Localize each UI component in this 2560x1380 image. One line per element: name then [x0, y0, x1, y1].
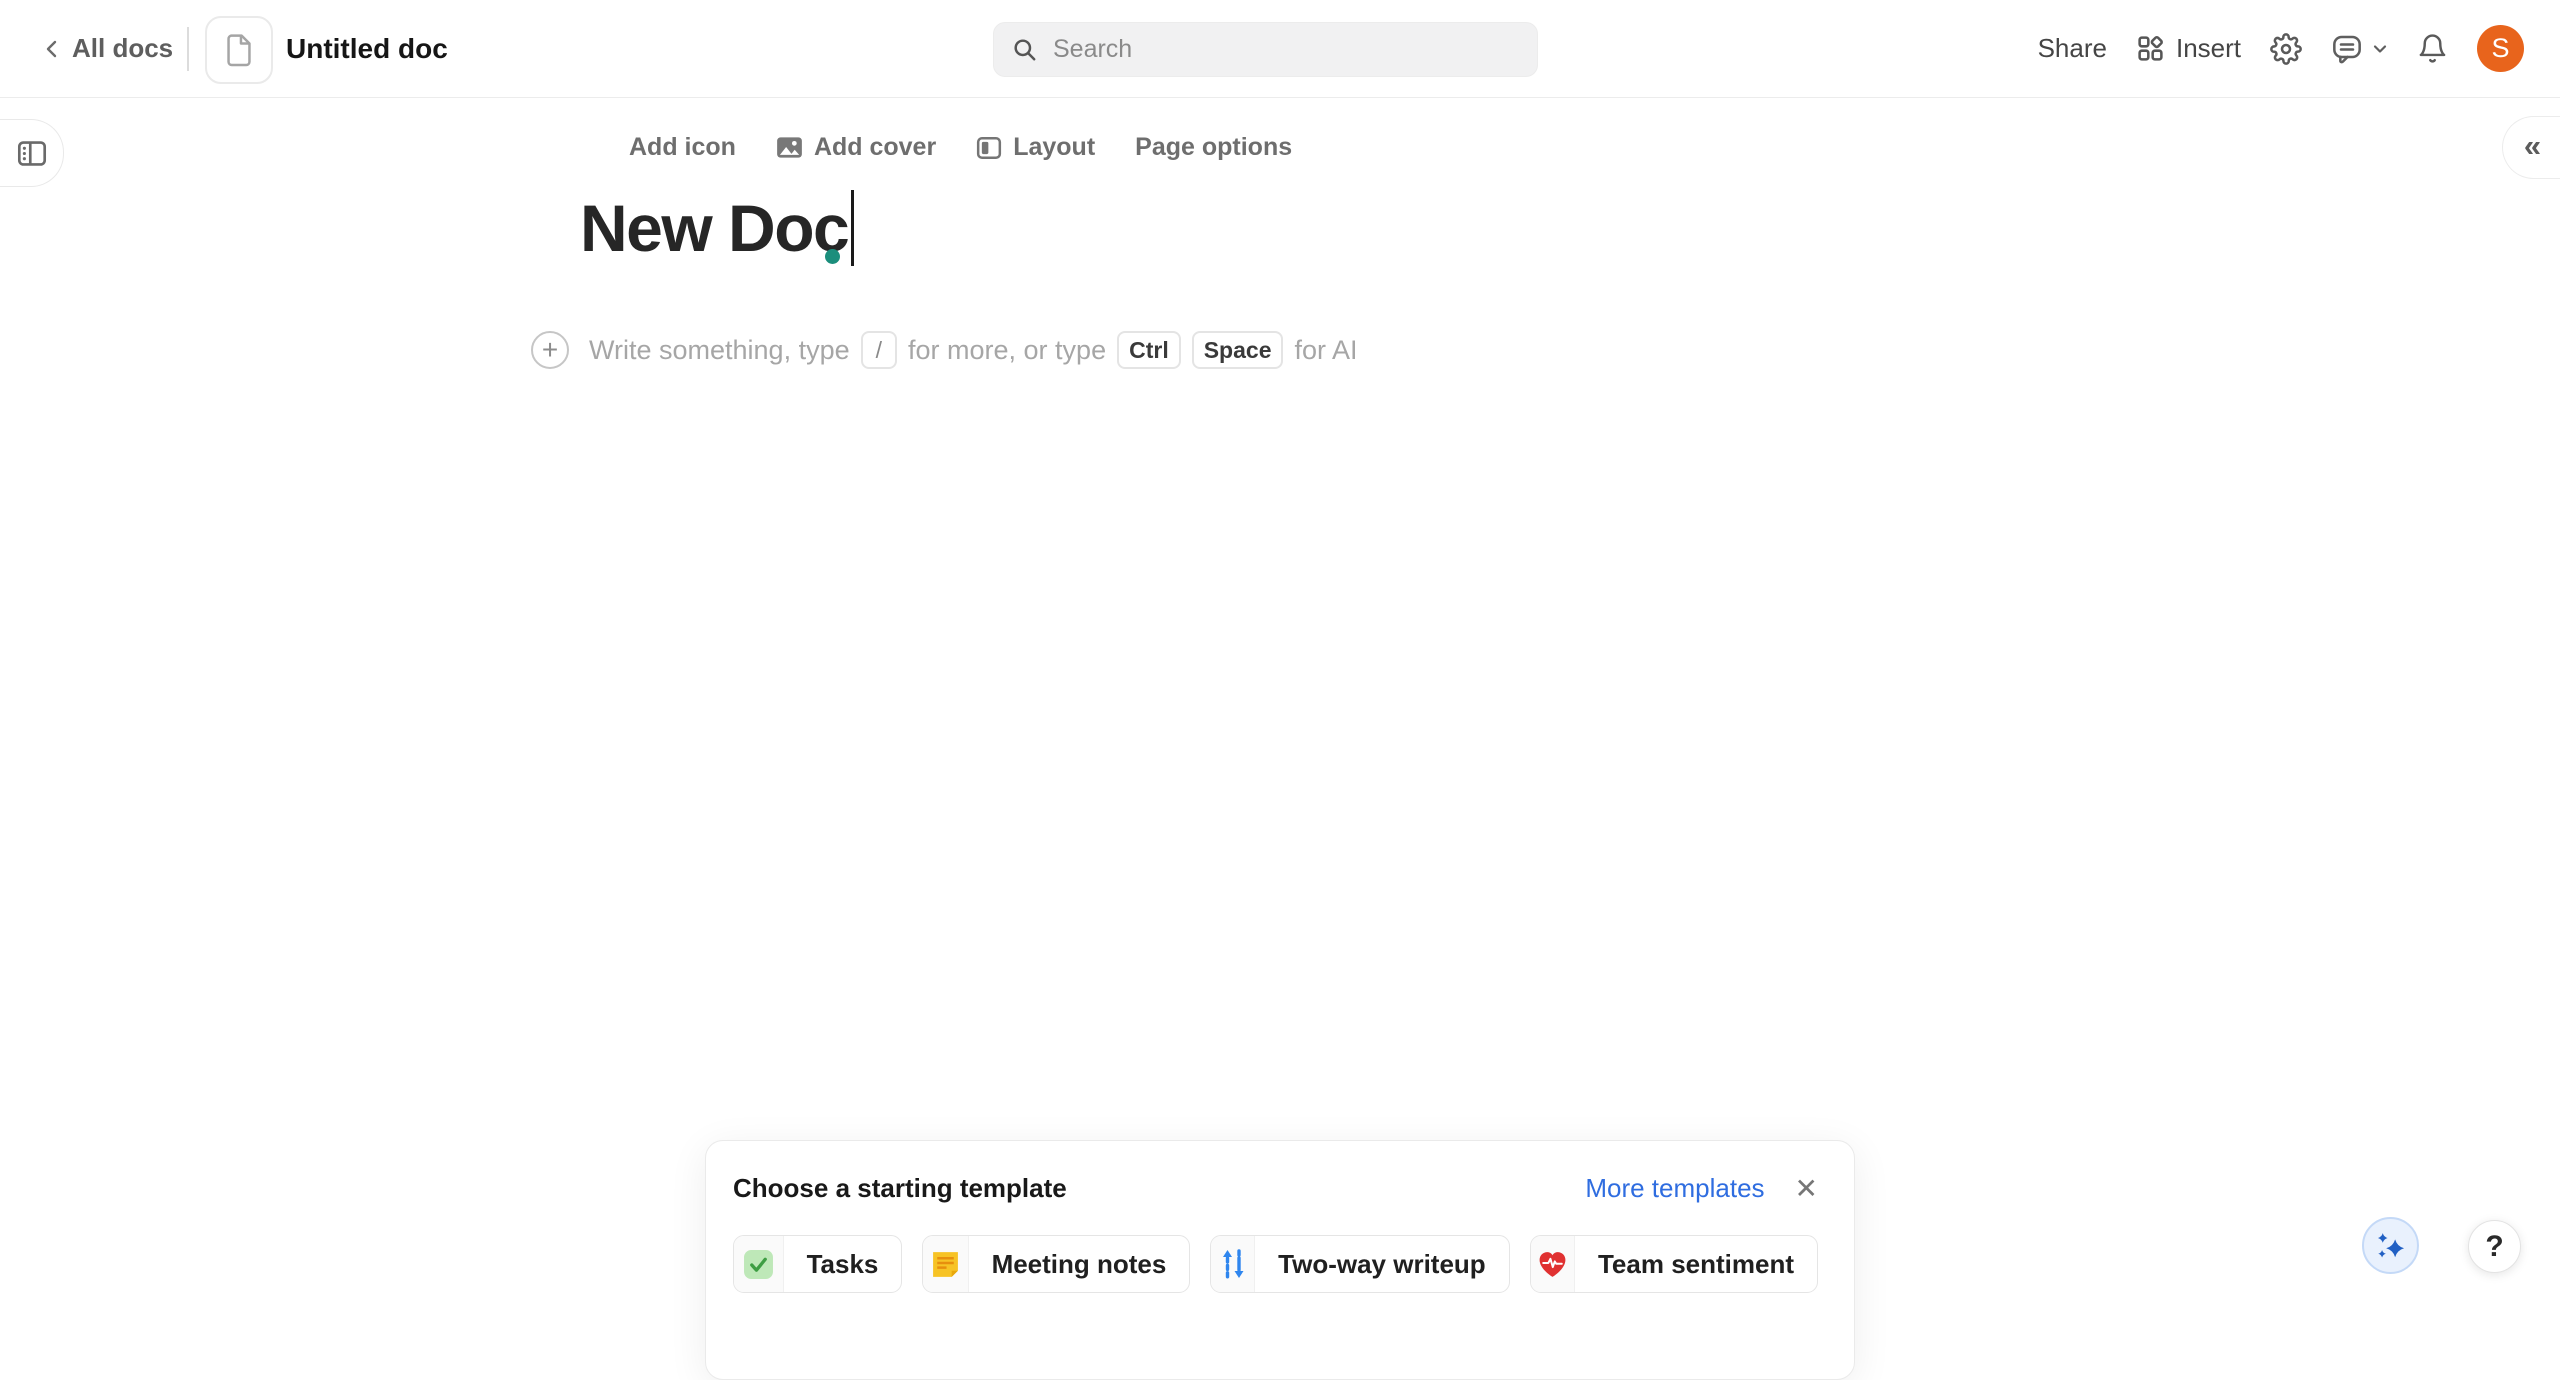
add-icon-button[interactable]: Add icon [629, 133, 736, 162]
checkbox-check-icon [734, 1236, 784, 1292]
heart-pulse-icon [1530, 1236, 1575, 1292]
placeholder-text-pre: Write something, type [589, 334, 850, 365]
sparkles-icon [2373, 1229, 2409, 1262]
template-panel-heading: Choose a starting template [733, 1173, 1067, 1203]
layout-icon [976, 135, 1002, 161]
placeholder-text-mid: for more, or type [908, 334, 1107, 365]
add-icon-label: Add icon [629, 133, 736, 161]
page-title[interactable]: New Doc [580, 188, 850, 268]
template-button-two-way-writeup[interactable]: Two-way writeup [1210, 1235, 1510, 1293]
text-cursor [825, 190, 855, 266]
share-button[interactable]: Share [2038, 33, 2107, 64]
top-bar: All docs Untitled doc Share [0, 0, 2560, 98]
add-cover-button[interactable]: Add cover [776, 133, 936, 162]
more-templates-link[interactable]: More templates [1585, 1173, 1764, 1204]
editor-first-line[interactable]: + Write something, type / for more, or t… [531, 331, 1358, 369]
doc-title[interactable]: Untitled doc [286, 0, 448, 97]
topbar-right-actions: Share Insert S [2038, 0, 2524, 97]
sticky-note-icon [923, 1236, 969, 1292]
template-buttons-row: Tasks Meeting notes Two-way writeup Team… [733, 1235, 1818, 1293]
question-mark-icon: ? [2485, 1229, 2504, 1263]
close-icon[interactable]: ✕ [1795, 1174, 1818, 1203]
insert-button[interactable]: Insert [2136, 33, 2241, 64]
topbar-divider [187, 27, 189, 71]
space-key-chip: Space [1191, 331, 1284, 369]
layout-button[interactable]: Layout [976, 133, 1095, 162]
two-way-arrows-icon [1211, 1236, 1256, 1292]
add-cover-label: Add cover [813, 133, 937, 161]
template-label: Meeting notes [991, 1248, 1167, 1279]
insert-grid-icon [2136, 34, 2165, 63]
slash-key-chip: / [860, 331, 898, 369]
editor-placeholder: Write something, type / for more, or typ… [589, 331, 1358, 369]
search-icon [1012, 37, 1038, 63]
collapse-panel-button[interactable]: « [2502, 116, 2560, 179]
layout-label: Layout [1013, 133, 1096, 161]
insert-label: Insert [2175, 33, 2241, 63]
doc-page-icon [223, 33, 255, 67]
back-label: All docs [72, 33, 174, 63]
settings-gear-icon[interactable] [2270, 32, 2302, 65]
user-avatar[interactable]: S [2477, 25, 2524, 72]
template-button-tasks[interactable]: Tasks [733, 1235, 903, 1293]
back-to-all-docs-button[interactable]: All docs [44, 0, 173, 97]
page-options-button[interactable]: Page options [1135, 133, 1292, 162]
search-bar[interactable] [993, 22, 1538, 77]
search-input[interactable] [1051, 34, 1521, 65]
image-icon [776, 136, 803, 159]
comment-bubble-icon [2331, 33, 2363, 65]
ai-assistant-button[interactable] [2362, 1217, 2419, 1274]
comments-button[interactable] [2331, 33, 2388, 65]
template-label: Tasks [806, 1248, 879, 1279]
notifications-bell-icon[interactable] [2417, 33, 2448, 64]
help-button[interactable]: ? [2468, 1220, 2521, 1273]
sidebar-toggle-button[interactable] [0, 119, 64, 187]
doc-page-icon-button[interactable] [205, 16, 273, 84]
placeholder-text-post: for AI [1294, 334, 1358, 365]
chevron-down-icon [2372, 43, 2388, 55]
template-button-team-sentiment[interactable]: Team sentiment [1529, 1235, 1818, 1293]
template-panel-header: Choose a starting template More template… [733, 1173, 1818, 1204]
double-chevron-left-icon: « [2523, 127, 2541, 163]
template-button-meeting-notes[interactable]: Meeting notes [922, 1235, 1191, 1293]
doc-title-editor[interactable]: New Doc [580, 188, 855, 268]
back-chevron-icon [44, 39, 59, 59]
template-label: Two-way writeup [1278, 1248, 1486, 1279]
sidebar-panel-icon [17, 140, 47, 167]
template-chooser-panel: Choose a starting template More template… [705, 1140, 1855, 1380]
template-label: Team sentiment [1597, 1248, 1794, 1279]
page-toolbar: Add icon Add cover Layout Page options [629, 133, 1292, 162]
page-options-label: Page options [1135, 133, 1293, 161]
add-block-button[interactable]: + [531, 331, 569, 369]
ctrl-key-chip: Ctrl [1117, 331, 1181, 369]
